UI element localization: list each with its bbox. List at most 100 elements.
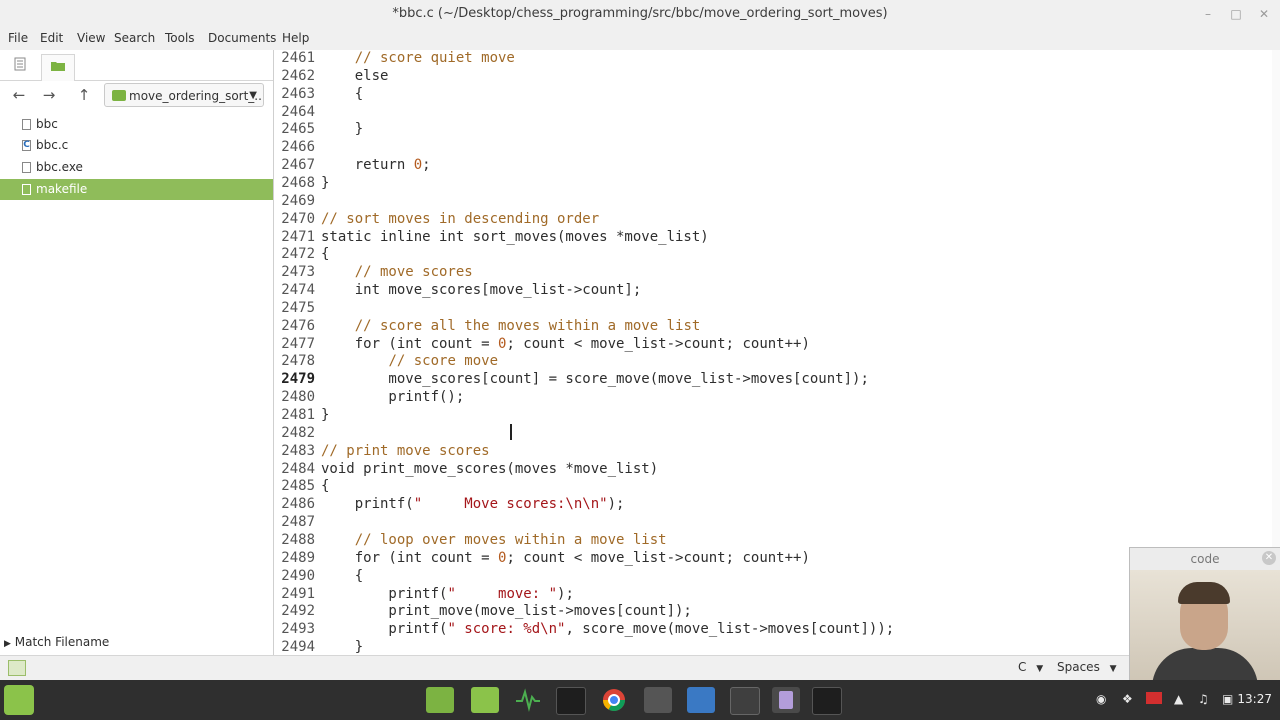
folder-icon xyxy=(112,90,126,101)
file-browser-tab-icon[interactable] xyxy=(41,54,75,81)
code-line[interactable]: 2472 { xyxy=(274,245,1280,263)
code-line[interactable]: 2480 printf(); xyxy=(274,388,1280,406)
indent-selector[interactable]: Spaces ▼ xyxy=(1057,660,1117,674)
up-arrow-icon[interactable]: ↑ xyxy=(71,83,97,107)
bluetooth-icon[interactable]: ❖ xyxy=(1122,692,1133,706)
window-icon[interactable] xyxy=(730,687,760,715)
code-line[interactable]: 2464 xyxy=(274,103,1280,121)
show-desktop-icon[interactable] xyxy=(426,687,454,713)
text-editor-icon[interactable] xyxy=(772,687,800,713)
code-line[interactable]: 2461 // score quiet move xyxy=(274,50,1280,67)
line-number: 2485 xyxy=(281,478,315,495)
code-line[interactable]: 2485 { xyxy=(274,477,1280,495)
chevron-down-icon: ▼ xyxy=(1109,664,1117,674)
line-number: 2488 xyxy=(281,531,315,548)
updates-icon[interactable]: ▣ xyxy=(1222,692,1233,706)
code-line[interactable]: 2462 else xyxy=(274,67,1280,85)
code-line[interactable]: 2470 // sort moves in descending order xyxy=(274,210,1280,228)
person-hair xyxy=(1178,582,1230,604)
calculator-icon[interactable] xyxy=(644,687,672,713)
code-text: printf(); xyxy=(321,389,465,406)
window-titlebar: *bbc.c (~/Desktop/chess_programming/src/… xyxy=(0,0,1280,28)
camera-icon[interactable]: ◉ xyxy=(1096,692,1106,706)
code-text: { xyxy=(321,567,364,584)
side-panel: ← → ↑ move_ordering_sort_... ▼ bbc C bbc… xyxy=(0,50,274,655)
screenshot-icon[interactable] xyxy=(687,687,715,713)
code-text: // print move scores xyxy=(321,442,490,459)
chrome-icon[interactable] xyxy=(600,687,628,713)
line-number: 2463 xyxy=(281,85,315,102)
code-line[interactable]: 2478 // score move xyxy=(274,352,1280,370)
terminal-icon[interactable] xyxy=(812,687,842,715)
code-line[interactable]: 2483 // print move scores xyxy=(274,442,1280,460)
menu-view[interactable]: View xyxy=(77,31,105,45)
file-item-bbc-exe[interactable]: bbc.exe xyxy=(0,157,273,178)
menu-tools[interactable]: Tools xyxy=(165,31,195,45)
code-text: { xyxy=(321,85,364,102)
close-icon[interactable]: ✕ xyxy=(1262,551,1276,565)
match-filename-expander[interactable]: ▶ Match Filename xyxy=(4,635,109,649)
file-item-bbc[interactable]: bbc xyxy=(0,114,273,135)
language-selector[interactable]: C ▼ xyxy=(1018,660,1043,674)
minimize-icon[interactable]: – xyxy=(1198,4,1218,24)
maximize-icon[interactable]: □ xyxy=(1226,4,1246,24)
code-line[interactable]: 2471 static inline int sort_moves(moves *… xyxy=(274,228,1280,246)
line-number: 2490 xyxy=(281,567,315,584)
code-line[interactable]: 2486 printf(" Move scores:\n\n"); xyxy=(274,495,1280,513)
system-monitor-icon[interactable] xyxy=(514,687,542,713)
close-icon[interactable]: ✕ xyxy=(1254,4,1274,24)
menu-search[interactable]: Search xyxy=(114,31,155,45)
code-line[interactable]: 2473 // move scores xyxy=(274,263,1280,281)
line-number: 2493 xyxy=(281,621,315,638)
line-number: 2471 xyxy=(281,228,315,245)
code-line[interactable]: 2481} xyxy=(274,406,1280,424)
code-line[interactable]: 2466 xyxy=(274,138,1280,156)
code-line[interactable]: 2463 { xyxy=(274,85,1280,103)
code-line[interactable]: 2475 xyxy=(274,299,1280,317)
menu-help[interactable]: Help xyxy=(282,31,309,45)
terminal-icon[interactable] xyxy=(556,687,586,715)
file-icon xyxy=(22,119,31,130)
file-item-bbc-c[interactable]: C bbc.c xyxy=(0,135,273,156)
code-line[interactable]: 2477 for (int count = 0; count < move_li… xyxy=(274,335,1280,353)
line-number: 2480 xyxy=(281,389,315,406)
line-number: 2477 xyxy=(281,335,315,352)
menu-file[interactable]: File xyxy=(8,31,28,45)
mint-menu-icon[interactable] xyxy=(4,685,34,715)
documents-tab-icon[interactable] xyxy=(4,54,36,80)
file-item-label: bbc.c xyxy=(36,138,69,152)
code-line[interactable]: 2467 return 0; xyxy=(274,156,1280,174)
code-line[interactable]: 2465 } xyxy=(274,120,1280,138)
line-number: 2491 xyxy=(281,585,315,602)
file-item-makefile[interactable]: makefile xyxy=(0,179,273,200)
folder-selector[interactable]: move_ordering_sort_... ▼ xyxy=(104,83,264,107)
back-arrow-icon[interactable]: ← xyxy=(6,83,32,107)
code-line[interactable]: 2469 xyxy=(274,192,1280,210)
menu-documents[interactable]: Documents xyxy=(208,31,276,45)
code-line[interactable]: 2479 move_scores[count] = score_move(mov… xyxy=(274,370,1280,388)
wifi-icon[interactable]: ▲ xyxy=(1174,692,1183,706)
code-line[interactable]: 2487 xyxy=(274,513,1280,531)
line-number: 2469 xyxy=(281,192,315,209)
menu-edit[interactable]: Edit xyxy=(40,31,63,45)
keyboard-layout-flag-icon[interactable] xyxy=(1146,692,1162,704)
match-filename-label: Match Filename xyxy=(14,635,110,649)
file-item-label: bbc xyxy=(36,117,58,131)
code-text: // loop over moves within a move list xyxy=(354,531,667,548)
file-manager-icon[interactable] xyxy=(471,687,499,713)
code-line[interactable]: 2474 int move_scores[move_list->count]; xyxy=(274,281,1280,299)
code-line[interactable]: 2482 xyxy=(274,424,1280,442)
code-line[interactable]: 2468} xyxy=(274,174,1280,192)
webcam-window[interactable]: code ✕ xyxy=(1129,547,1280,688)
webcam-video xyxy=(1130,570,1280,688)
side-panel-toggle-icon[interactable] xyxy=(8,660,26,676)
code-text: else xyxy=(321,67,389,84)
line-number: 2483 xyxy=(281,442,315,459)
volume-icon[interactable]: ♫ xyxy=(1198,692,1209,706)
code-line[interactable]: 2484 void print_move_scores(moves *move_l… xyxy=(274,460,1280,478)
forward-arrow-icon[interactable]: → xyxy=(36,83,62,107)
code-text: } xyxy=(321,639,364,655)
code-line[interactable]: 2476 // score all the moves within a mov… xyxy=(274,317,1280,335)
